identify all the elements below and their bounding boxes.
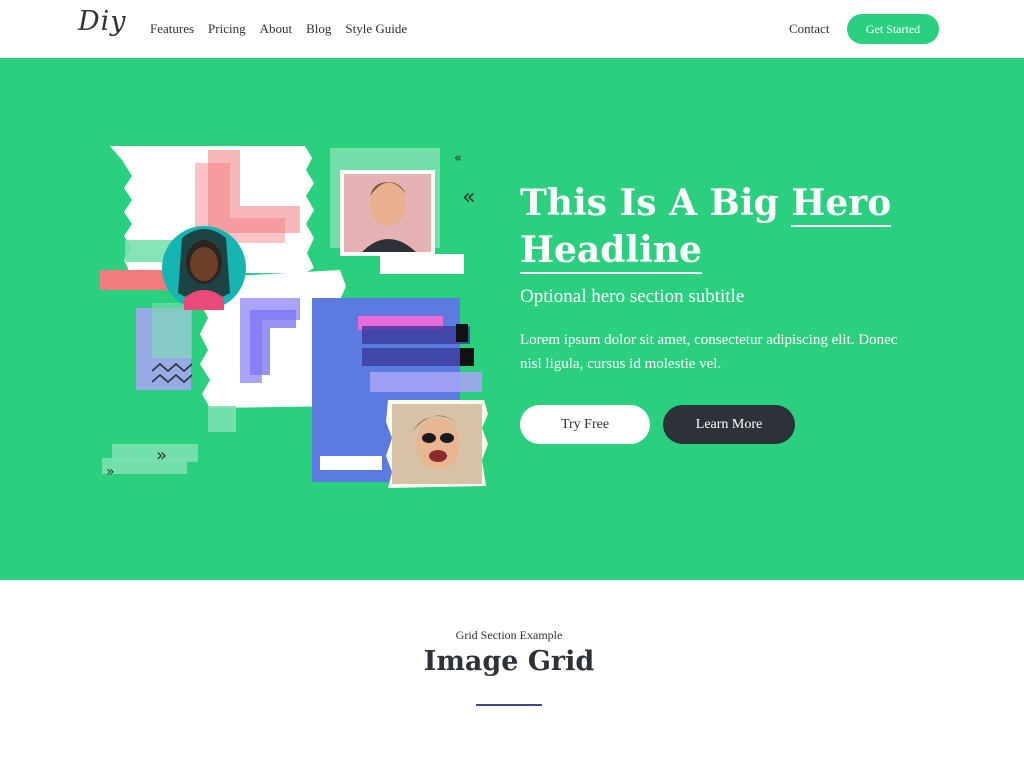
section-eyebrow: Grid Section Example (455, 628, 563, 642)
nav-item-style-guide[interactable]: Style Guide (345, 21, 407, 37)
site-header: Diy Features Pricing About Blog Style Gu… (0, 0, 1024, 58)
nav-item-pricing[interactable]: Pricing (208, 21, 246, 37)
hero-subtitle: Optional hero section subtitle (520, 286, 745, 307)
bar (456, 324, 468, 342)
green-strip (102, 458, 187, 474)
laughing-woman-photo (422, 433, 436, 443)
green-strip (208, 406, 236, 432)
bar (370, 372, 482, 392)
hero-section: » » « « This Is A Big Hero Headline Opti… (0, 58, 1024, 580)
section-divider (476, 704, 542, 706)
bar (460, 348, 474, 366)
white-label (380, 254, 464, 274)
double-chevron-icon: » (106, 464, 115, 480)
try-free-button[interactable]: Try Free (520, 405, 650, 444)
get-started-button[interactable]: Get Started (847, 14, 939, 44)
hero-text-block: This Is A Big Hero Headline Optional her… (520, 180, 940, 444)
learn-more-button[interactable]: Learn More (663, 405, 795, 444)
green-block (152, 303, 192, 358)
nav-item-contact[interactable]: Contact (789, 21, 829, 37)
hero-headline-underlined: Hero (791, 182, 892, 227)
nav-item-blog[interactable]: Blog (306, 21, 331, 37)
laughing-woman-photo (416, 418, 460, 470)
hero-headline: This Is A Big Hero Headline (520, 180, 940, 274)
bar (362, 348, 474, 366)
hero-headline-underlined: Headline (520, 229, 702, 274)
woman-photo (190, 247, 218, 281)
nav-item-about[interactable]: About (260, 21, 293, 37)
section-title: Image Grid (423, 646, 595, 677)
hero-body-text: Lorem ipsum dolor sit amet, consectetur … (520, 332, 898, 372)
hero-button-group: Try Free Learn More (520, 405, 940, 444)
hero-headline-part: This Is A Big (520, 182, 792, 224)
image-grid-section: Grid Section Example Image Grid (0, 580, 1024, 768)
double-chevron-icon: » (156, 445, 167, 466)
laughing-woman-photo (440, 433, 454, 443)
nav-item-features[interactable]: Features (150, 21, 194, 37)
main-nav: Features Pricing About Blog Style Guide (150, 21, 407, 37)
laughing-woman-photo (429, 450, 447, 462)
logo[interactable]: Diy (78, 6, 127, 37)
hero-collage-illustration: » » « « (100, 146, 488, 488)
double-chevron-icon: « (462, 185, 475, 210)
white-label (320, 456, 382, 470)
bar (362, 326, 470, 344)
double-chevron-icon: « (454, 151, 462, 166)
